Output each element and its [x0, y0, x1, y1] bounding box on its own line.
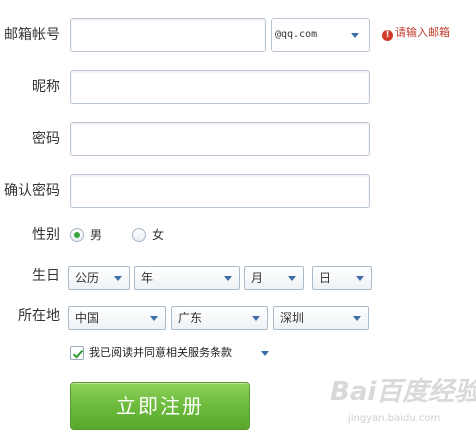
email-error-text: 请输入邮箱 [395, 26, 450, 39]
birth-month-select[interactable]: 月 [244, 266, 304, 290]
confirm-password-label: 确认密码 [4, 183, 60, 199]
email-input[interactable] [70, 18, 266, 52]
calendar-type-value: 公历 [75, 271, 100, 285]
chevron-down-icon [356, 276, 364, 281]
country-select[interactable]: 中国 [68, 306, 166, 330]
nickname-label: 昵称 [32, 79, 60, 95]
birth-day-value: 日 [319, 271, 332, 285]
chevron-down-icon [224, 276, 232, 281]
password-input[interactable] [70, 122, 370, 156]
city-select[interactable]: 深圳 [273, 306, 369, 330]
birth-year-select[interactable]: 年 [134, 266, 240, 290]
calendar-type-select[interactable]: 公历 [68, 266, 130, 290]
agreement-checkbox[interactable] [70, 346, 84, 360]
nickname-input[interactable] [70, 70, 370, 104]
birth-day-select[interactable]: 日 [312, 266, 372, 290]
gender-female-radio[interactable] [132, 228, 146, 242]
register-button[interactable]: 立即注册 [70, 382, 250, 430]
chevron-down-icon [288, 276, 296, 281]
agreement-expand-icon[interactable] [261, 351, 269, 356]
error-icon: ! [382, 30, 393, 41]
confirm-password-input[interactable] [70, 174, 370, 208]
city-value: 深圳 [280, 311, 305, 325]
birth-month-value: 月 [251, 271, 264, 285]
email-domain-value: @qq.com [275, 29, 318, 40]
password-label: 密码 [32, 131, 60, 147]
chevron-down-icon [252, 316, 260, 321]
gender-male-radio[interactable] [70, 228, 84, 242]
agreement-text: 我已阅读并同意相关服务条款 [89, 346, 232, 359]
checkmark-icon [72, 349, 84, 359]
email-domain-select[interactable]: @qq.com [271, 18, 370, 52]
gender-female-label: 女 [152, 228, 165, 242]
watermark-logo: Bai百度经验 [330, 377, 476, 407]
watermark-url: jingyan.baidu.com [348, 413, 441, 424]
gender-label: 性别 [32, 227, 60, 243]
chevron-down-icon [114, 276, 122, 281]
email-error: ! 请输入邮箱 [382, 26, 450, 41]
country-value: 中国 [75, 311, 100, 325]
chevron-down-icon [150, 316, 158, 321]
birthday-label: 生日 [32, 268, 60, 284]
birth-year-value: 年 [141, 271, 154, 285]
chevron-down-icon [353, 316, 361, 321]
gender-male-label: 男 [90, 228, 103, 242]
chevron-down-icon [351, 33, 359, 38]
province-value: 广东 [178, 311, 203, 325]
location-label: 所在地 [18, 308, 60, 324]
email-label: 邮箱帐号 [4, 27, 60, 43]
province-select[interactable]: 广东 [171, 306, 268, 330]
